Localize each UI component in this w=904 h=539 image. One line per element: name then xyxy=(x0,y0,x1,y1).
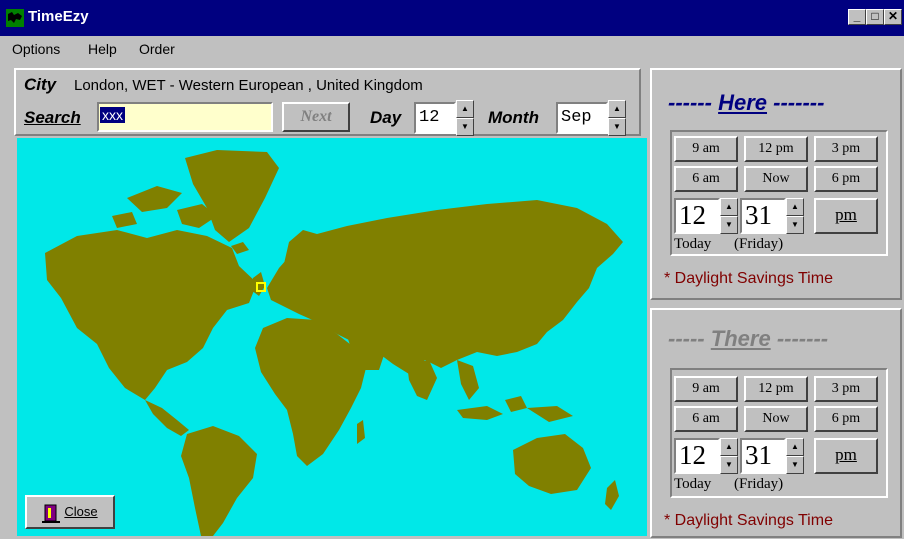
there-9am-button[interactable]: 9 am xyxy=(674,376,738,402)
there-minute-spinner[interactable]: ▲ ▼ xyxy=(786,438,804,474)
day-down-arrow-icon[interactable]: ▼ xyxy=(456,118,474,136)
search-value: xxx xyxy=(100,107,125,123)
close-window-button[interactable]: ✕ xyxy=(884,9,902,25)
day-spinner[interactable]: ▲ ▼ xyxy=(456,100,474,136)
here-weekday-text: (Friday) xyxy=(734,236,784,252)
here-ampm-button[interactable]: pm xyxy=(814,198,878,234)
title-bar: TimeEzy _ □ ✕ xyxy=(0,0,904,36)
month-value: Sep xyxy=(561,108,592,127)
close-label: Close xyxy=(64,504,98,519)
city-panel: City London, WET - Western European , Un… xyxy=(14,68,641,136)
app-icon xyxy=(6,9,24,27)
there-ampm-button[interactable]: pm xyxy=(814,438,878,474)
day-value: 12 xyxy=(419,108,440,127)
here-minute-spinner[interactable]: ▲ ▼ xyxy=(786,198,804,234)
here-minute-up-arrow-icon[interactable]: ▲ xyxy=(786,198,804,216)
there-minute-input[interactable]: 31 xyxy=(740,438,786,474)
month-label: Month xyxy=(488,108,539,127)
here-hour-down-arrow-icon[interactable]: ▼ xyxy=(720,216,738,234)
world-map[interactable]: Close xyxy=(17,138,647,536)
menu-help[interactable]: Help xyxy=(88,41,117,57)
here-minute-input[interactable]: 31 xyxy=(740,198,786,234)
there-hour-spinner[interactable]: ▲ ▼ xyxy=(720,438,738,474)
here-dst-text: * Daylight Savings Time xyxy=(664,270,833,287)
here-title: ------ Here ------- xyxy=(668,90,825,115)
there-hour-input[interactable]: 12 xyxy=(674,438,720,474)
maximize-button[interactable]: □ xyxy=(866,9,884,25)
there-6am-button[interactable]: 6 am xyxy=(674,406,738,432)
there-12pm-button[interactable]: 12 pm xyxy=(744,376,808,402)
world-map-land xyxy=(45,150,623,536)
here-12pm-button[interactable]: 12 pm xyxy=(744,136,808,162)
here-6pm-button[interactable]: 6 pm xyxy=(814,166,878,192)
month-input[interactable]: Sep xyxy=(556,102,608,134)
menu-order[interactable]: Order xyxy=(139,41,175,57)
there-weekday-text: (Friday) xyxy=(734,476,784,492)
here-hour-input[interactable]: 12 xyxy=(674,198,720,234)
minimize-button[interactable]: _ xyxy=(848,9,866,25)
search-label: Search xyxy=(24,108,81,127)
there-dst-text: * Daylight Savings Time xyxy=(664,512,833,529)
there-now-button[interactable]: Now xyxy=(744,406,808,432)
there-minute-up-arrow-icon[interactable]: ▲ xyxy=(786,438,804,456)
there-panel: ----- There ------- 9 am 12 pm 3 pm 6 am… xyxy=(650,308,902,538)
day-input[interactable]: 12 xyxy=(414,102,456,134)
exit-door-icon xyxy=(42,504,61,523)
month-down-arrow-icon[interactable]: ▼ xyxy=(608,118,626,136)
there-hour-up-arrow-icon[interactable]: ▲ xyxy=(720,438,738,456)
here-9am-button[interactable]: 9 am xyxy=(674,136,738,162)
here-hour-value: 12 xyxy=(679,200,706,230)
day-label: Day xyxy=(370,108,402,127)
there-title: ----- There ------- xyxy=(668,326,829,351)
there-hour-value: 12 xyxy=(679,440,706,470)
there-hour-down-arrow-icon[interactable]: ▼ xyxy=(720,456,738,474)
there-minute-down-arrow-icon[interactable]: ▼ xyxy=(786,456,804,474)
there-day-text: Today xyxy=(674,476,712,492)
menu-options[interactable]: Options xyxy=(12,41,60,57)
here-panel: ------ Here ------- 9 am 12 pm 3 pm 6 am… xyxy=(650,68,902,300)
city-label: City xyxy=(24,75,57,94)
city-value: London, WET - Western European , United … xyxy=(74,77,423,94)
here-hour-up-arrow-icon[interactable]: ▲ xyxy=(720,198,738,216)
there-controls: 9 am 12 pm 3 pm 6 am Now 6 pm 12 ▲ ▼ 31 … xyxy=(670,368,888,498)
here-now-button[interactable]: Now xyxy=(744,166,808,192)
day-up-arrow-icon[interactable]: ▲ xyxy=(456,100,474,118)
here-hour-spinner[interactable]: ▲ ▼ xyxy=(720,198,738,234)
close-button[interactable]: Close xyxy=(25,495,115,529)
here-minute-value: 31 xyxy=(745,200,772,230)
here-controls: 9 am 12 pm 3 pm 6 am Now 6 pm 12 ▲ ▼ 31 … xyxy=(670,130,888,256)
window-title: TimeEzy xyxy=(28,8,89,25)
here-minute-down-arrow-icon[interactable]: ▼ xyxy=(786,216,804,234)
there-minute-value: 31 xyxy=(745,440,772,470)
here-6am-button[interactable]: 6 am xyxy=(674,166,738,192)
there-3pm-button[interactable]: 3 pm xyxy=(814,376,878,402)
month-spinner[interactable]: ▲ ▼ xyxy=(608,100,626,136)
menu-bar: Options Help Order xyxy=(0,36,904,62)
search-input[interactable]: xxx xyxy=(97,102,273,132)
next-button[interactable]: Next xyxy=(282,102,350,132)
there-6pm-button[interactable]: 6 pm xyxy=(814,406,878,432)
here-day-text: Today xyxy=(674,236,712,252)
month-up-arrow-icon[interactable]: ▲ xyxy=(608,100,626,118)
here-3pm-button[interactable]: 3 pm xyxy=(814,136,878,162)
